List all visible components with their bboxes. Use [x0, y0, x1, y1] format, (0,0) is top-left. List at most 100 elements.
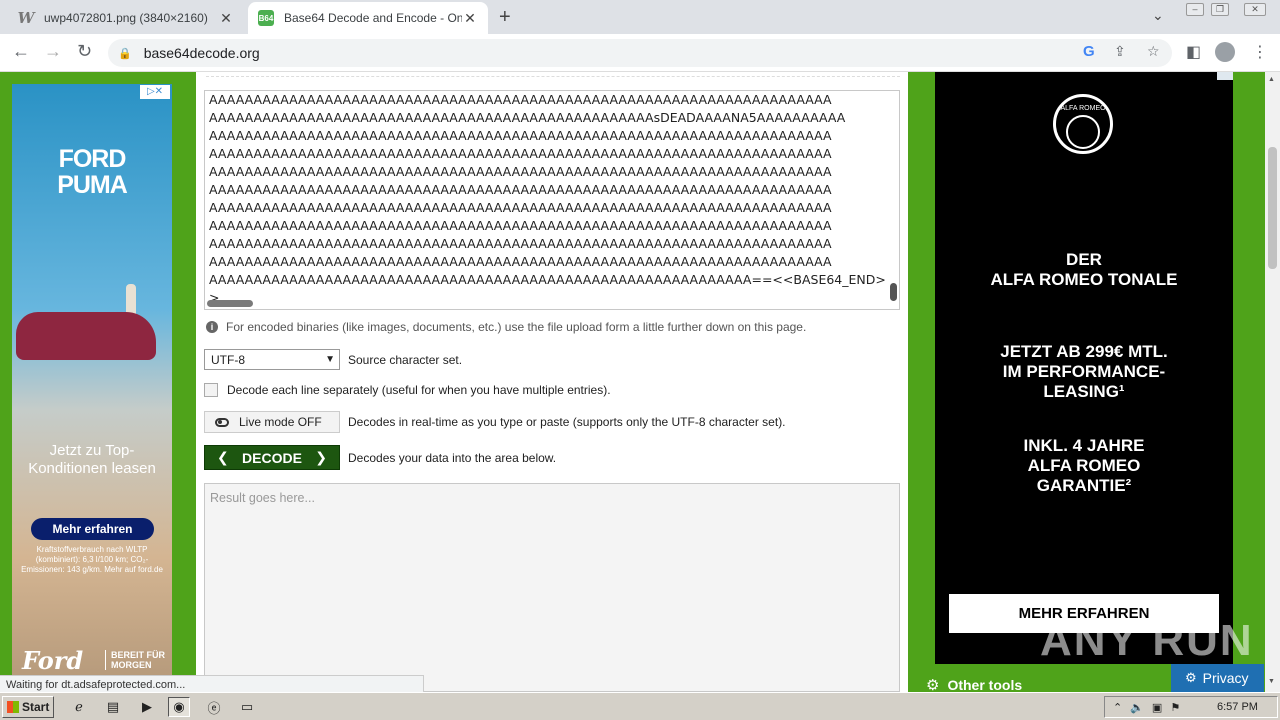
source-line: >: [209, 290, 220, 305]
alfa-line-2: ALFA ROMEO TONALE: [990, 270, 1178, 289]
lock-icon[interactable]: 🔒: [118, 47, 132, 60]
decoder-main: AAAAAAAAAAAAAAAAAAAAAAAAAAAAAAAAAAAAAAAA…: [196, 72, 908, 692]
alfa-romeo-logo: ALFA ROMEO: [1053, 94, 1113, 154]
charset-value: UTF-8: [211, 352, 245, 367]
source-line: AAAAAAAAAAAAAAAAAAAAAAAAAAAAAAAAAAAAAAAA…: [209, 128, 832, 143]
notepad-icon[interactable]: ▭: [236, 697, 258, 717]
tab-image[interactable]: W uwp4072801.png (3840×2160) ✕: [8, 2, 244, 34]
network-icon[interactable]: ▣: [1152, 701, 1162, 714]
scroll-thumb[interactable]: [1268, 147, 1277, 269]
explorer-folder-icon[interactable]: ▤: [102, 697, 124, 717]
tab-search-chevron-icon[interactable]: ⌄: [1152, 7, 1164, 24]
tab-strip: W uwp4072801.png (3840×2160) ✕ B64 Base6…: [0, 0, 1280, 34]
browser-toolbar: ← → ↻ 🔒 base64decode.org G ⇪ ☆ ◧ ⋮: [0, 34, 1280, 72]
chrome-icon[interactable]: ◉: [168, 697, 190, 717]
tab-title: Base64 Decode and Encode - Online: [284, 11, 462, 25]
clock: 6:57 PM: [1217, 701, 1258, 713]
charset-label: Source character set.: [348, 352, 463, 367]
page-scrollbar[interactable]: ▲ ▼: [1265, 72, 1280, 692]
source-line: AAAAAAAAAAAAAAAAAAAAAAAAAAAAAAAAAAAAAAAA…: [209, 164, 832, 179]
start-label: Start: [22, 700, 50, 714]
volume-icon[interactable]: 🔈: [1130, 701, 1144, 714]
address-bar[interactable]: 🔒 base64decode.org: [108, 39, 1172, 67]
ford-ad[interactable]: ▷✕ FORD PUMA Jetzt zu Top-Konditionen le…: [12, 84, 172, 676]
charset-row: UTF-8 ▼ Source character set.: [204, 349, 462, 370]
source-textarea[interactable]: AAAAAAAAAAAAAAAAAAAAAAAAAAAAAAAAAAAAAAAA…: [204, 90, 900, 310]
result-textarea[interactable]: Result goes here...: [204, 483, 900, 692]
taskbar: Start ℯ ▤ ▶ ◉ ⓔ ▭ ⌃ 🔈 ▣ ⚑ 6:57 PM: [0, 692, 1280, 720]
side-panel-icon[interactable]: ◧: [1186, 42, 1201, 62]
source-line: AAAAAAAAAAAAAAAAAAAAAAAAAAAAAAAAAAAAAAAA…: [209, 110, 846, 125]
scroll-up-icon[interactable]: ▲: [1268, 76, 1275, 83]
system-tray: ⌃ 🔈 ▣ ⚑ 6:57 PM: [1104, 696, 1278, 718]
binary-note-text: For encoded binaries (like images, docum…: [226, 320, 807, 334]
forward-icon[interactable]: →: [44, 41, 62, 62]
status-bar: Waiting for dt.adsafeprotected.com...: [0, 675, 424, 692]
share-icon[interactable]: ⇪: [1114, 43, 1126, 60]
close-tab-icon[interactable]: ✕: [462, 10, 478, 27]
gear-icon: ⚙: [926, 677, 940, 692]
restore-icon[interactable]: ❐: [1211, 3, 1229, 16]
decode-button[interactable]: ❮ DECODE ❯: [204, 445, 340, 470]
bookmark-star-icon[interactable]: ☆: [1147, 43, 1160, 60]
reload-icon[interactable]: ↻: [77, 41, 92, 62]
vertical-scrollbar[interactable]: [890, 283, 897, 301]
menu-kebab-icon[interactable]: ⋮: [1252, 42, 1268, 62]
start-button[interactable]: Start: [2, 696, 54, 718]
ford-logo: Ford: [22, 646, 84, 675]
close-tab-icon[interactable]: ✕: [218, 10, 234, 27]
result-placeholder: Result goes here...: [210, 491, 315, 505]
action-flag-icon[interactable]: ⚑: [1170, 701, 1180, 714]
google-icon[interactable]: G: [1083, 43, 1095, 60]
other-tools-link[interactable]: ⚙ Other tools: [926, 676, 1022, 692]
source-line: AAAAAAAAAAAAAAAAAAAAAAAAAAAAAAAAAAAAAAAA…: [209, 92, 832, 107]
tab-base64[interactable]: B64 Base64 Decode and Encode - Online ✕: [248, 2, 488, 34]
each-line-label: Decode each line separately (useful for …: [227, 383, 611, 397]
source-line: AAAAAAAAAAAAAAAAAAAAAAAAAAAAAAAAAAAAAAAA…: [209, 146, 832, 161]
other-tools-label: Other tools: [947, 677, 1023, 692]
new-tab-icon[interactable]: +: [499, 6, 511, 29]
back-icon[interactable]: ←: [12, 41, 30, 62]
alfa-line-5: LEASING¹: [1043, 382, 1125, 401]
ford-tagline: BEREIT FÜR MORGEN: [105, 650, 171, 670]
ad-choices-icon[interactable]: [1217, 72, 1233, 80]
charset-select[interactable]: UTF-8 ▼: [204, 349, 340, 370]
minimize-icon[interactable]: –: [1186, 3, 1204, 16]
live-mode-row: Live mode OFF Decodes in real-time as yo…: [204, 411, 786, 433]
alfa-line-6: INKL. 4 JAHRE: [1023, 436, 1145, 455]
tab-title: uwp4072801.png (3840×2160): [44, 11, 208, 25]
anyrun-watermark: ANY RUN: [1040, 616, 1254, 665]
alfa-romeo-ad[interactable]: ALFA ROMEO DER ALFA ROMEO TONALE JETZT A…: [935, 72, 1233, 664]
toggle-icon: [215, 417, 229, 427]
each-line-row: Decode each line separately (useful for …: [204, 383, 611, 397]
page-content: ▷✕ FORD PUMA Jetzt zu Top-Konditionen le…: [0, 72, 1265, 692]
ford-cta-button[interactable]: Mehr erfahren: [31, 518, 154, 540]
badge-inner-circle: [1066, 115, 1100, 149]
each-line-checkbox[interactable]: [204, 383, 218, 397]
wallpaper-favicon-icon: W: [17, 9, 35, 27]
ie-icon[interactable]: ℯ: [68, 697, 90, 717]
chevron-right-icon: ❯: [315, 449, 327, 465]
edge-icon[interactable]: ⓔ: [203, 697, 225, 717]
ad-choices-icon[interactable]: ▷✕: [140, 85, 170, 99]
horizontal-scrollbar[interactable]: [207, 300, 253, 307]
alfa-line-8: GARANTIE²: [1036, 476, 1132, 495]
windows-logo-icon: [7, 701, 19, 713]
decode-label: DECODE: [242, 449, 302, 466]
url-text: base64decode.org: [143, 45, 260, 61]
ad-car-image: [16, 312, 156, 360]
profile-avatar[interactable]: [1215, 42, 1235, 62]
scroll-down-icon[interactable]: ▼: [1268, 678, 1275, 685]
info-icon: i: [206, 321, 218, 333]
privacy-button[interactable]: ⚙ Privacy: [1171, 664, 1264, 692]
source-line: AAAAAAAAAAAAAAAAAAAAAAAAAAAAAAAAAAAAAAAA…: [209, 272, 886, 287]
alfa-line-3: JETZT AB 299€ MTL.: [1000, 342, 1168, 361]
live-mode-desc: Decodes in real-time as you type or past…: [348, 415, 786, 429]
live-mode-button[interactable]: Live mode OFF: [204, 411, 340, 433]
tray-arrow-icon[interactable]: ⌃: [1113, 701, 1122, 714]
media-player-icon[interactable]: ▶: [136, 697, 158, 717]
divider: [206, 76, 900, 77]
decode-desc: Decodes your data into the area below.: [348, 450, 557, 465]
ford-subline: Jetzt zu Top-Konditionen leasen: [28, 442, 156, 477]
close-window-icon[interactable]: ✕: [1244, 3, 1266, 16]
